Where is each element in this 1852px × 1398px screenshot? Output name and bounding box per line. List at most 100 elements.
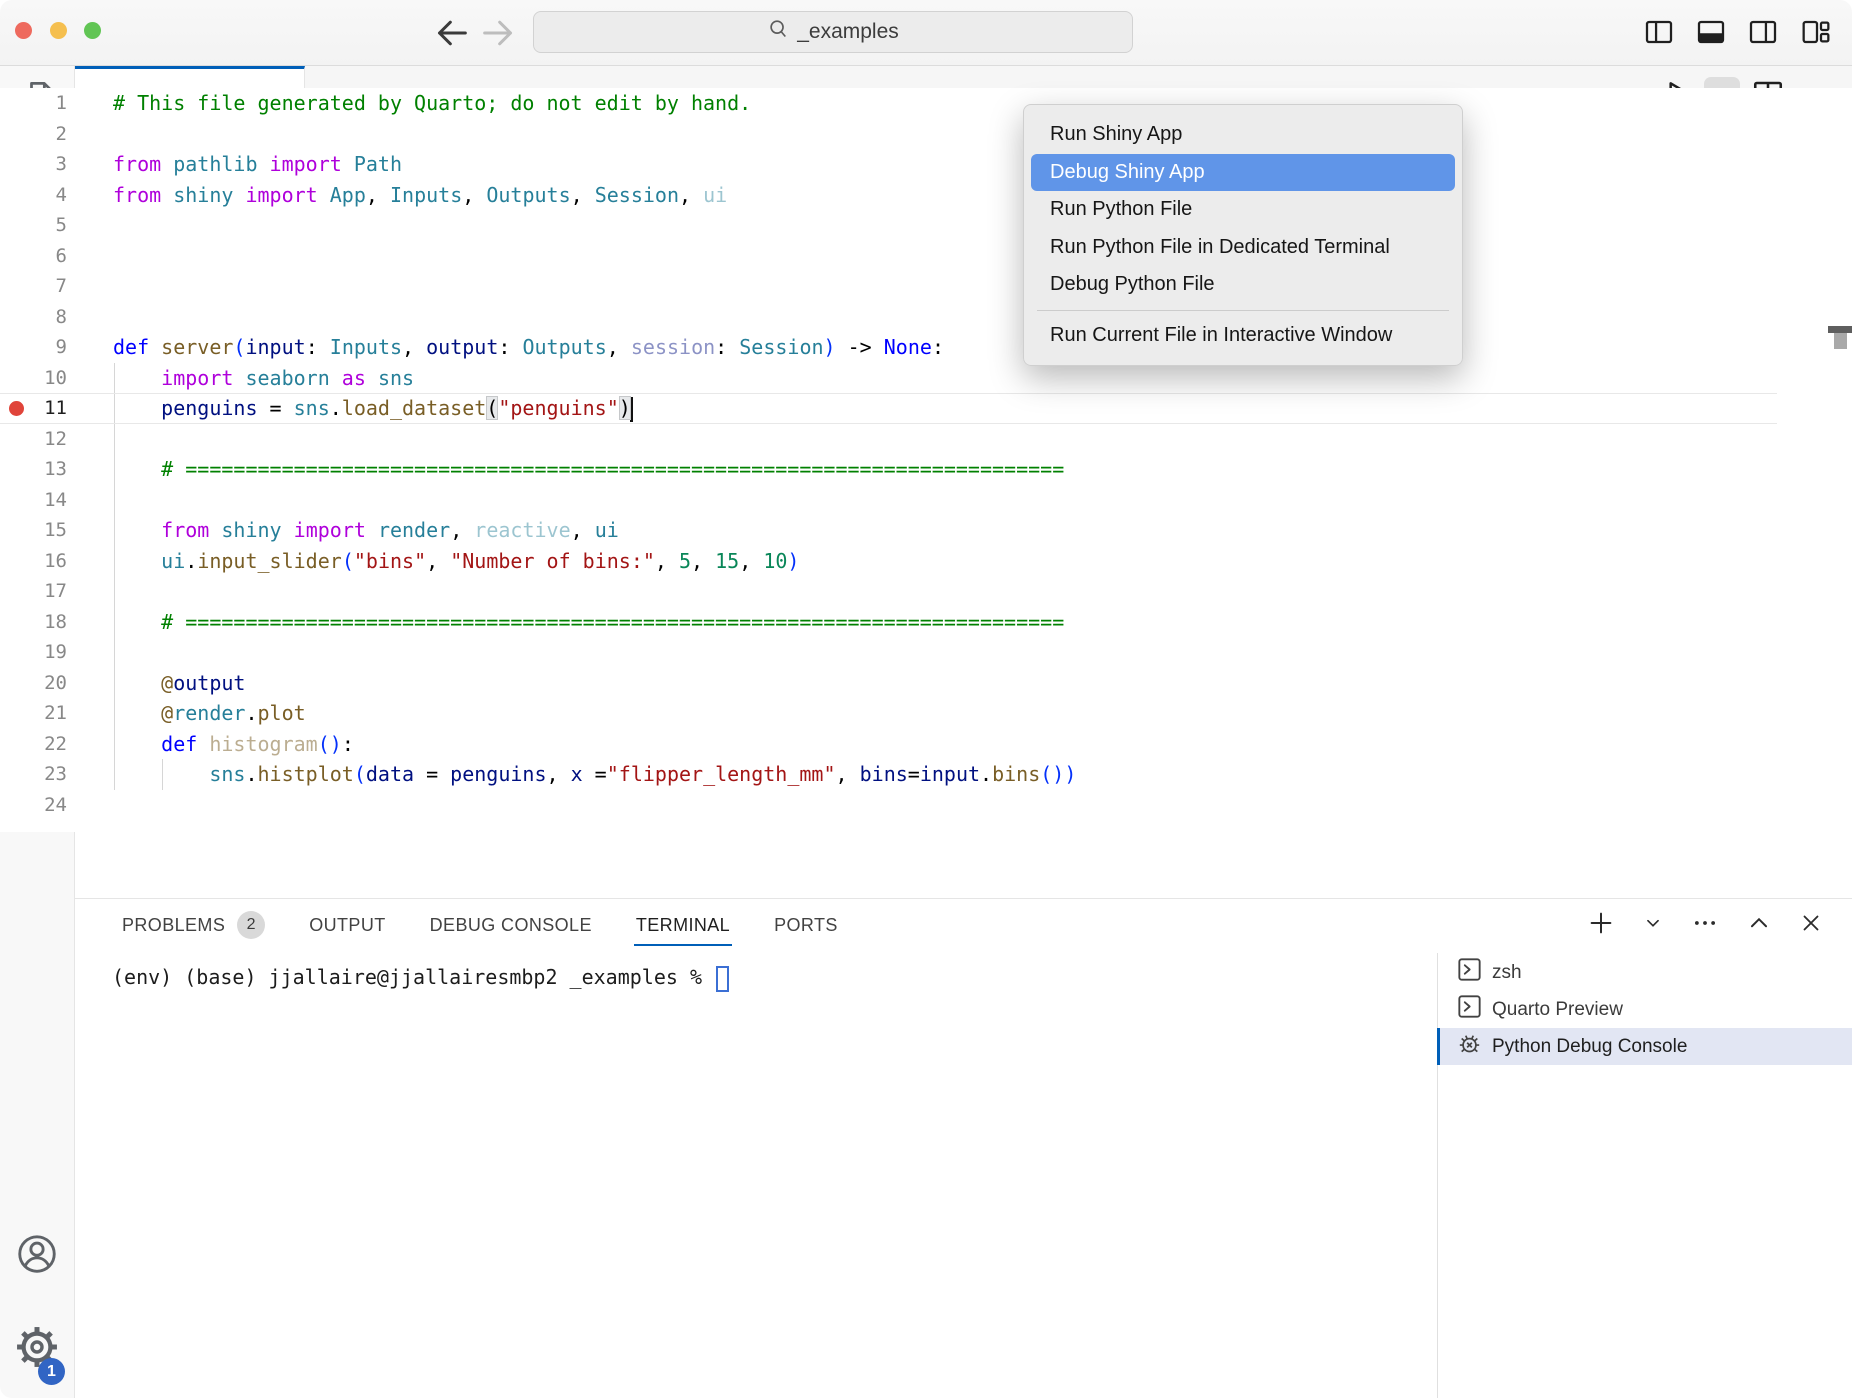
text-cursor — [630, 397, 633, 422]
forward-arrow-icon[interactable] — [478, 13, 518, 53]
code-line-16[interactable]: 16 ui.input_slider("bins", "Number of bi… — [0, 546, 1777, 577]
line-number[interactable]: 2 — [0, 119, 67, 150]
menu-item-debug-python-file[interactable]: Debug Python File — [1024, 266, 1462, 304]
code-line-22[interactable]: 22 def histogram(): — [0, 729, 1777, 760]
back-arrow-icon[interactable] — [432, 13, 472, 53]
line-number[interactable]: 12 — [0, 424, 67, 455]
settings-badge: 1 — [38, 1358, 65, 1385]
panel-tab-debug-console[interactable]: DEBUG CONSOLE — [430, 899, 592, 951]
line-number[interactable]: 22 — [0, 729, 67, 760]
line-number[interactable]: 15 — [0, 515, 67, 546]
close-panel-icon[interactable] — [1798, 910, 1824, 941]
code-line-19[interactable]: 19 — [0, 637, 1777, 668]
line-number[interactable]: 3 — [0, 149, 67, 180]
problems-badge: 2 — [237, 911, 265, 939]
terminal-prompt-icon — [1457, 957, 1482, 988]
command-center-search[interactable]: _examples — [533, 11, 1133, 53]
terminal-list-item-quarto-preview[interactable]: Quarto Preview — [1437, 991, 1852, 1028]
launch-profile-chevron-icon[interactable] — [1642, 912, 1664, 939]
code-line-23[interactable]: 23 sns.histplot(data = penguins, x ="fli… — [0, 759, 1777, 790]
code-line-21[interactable]: 21 @render.plot — [0, 698, 1777, 729]
terminal-list-item-python-debug-console[interactable]: Python Debug Console — [1437, 1028, 1852, 1065]
line-number[interactable]: 10 — [0, 363, 67, 394]
maximize-panel-icon[interactable] — [1746, 910, 1772, 941]
line-number[interactable]: 19 — [0, 637, 67, 668]
terminal-list: zsh Quarto Preview Python Debug Console — [1437, 954, 1852, 1065]
panel-tab-label: TERMINAL — [636, 915, 730, 936]
line-number[interactable]: 20 — [0, 668, 67, 699]
line-number[interactable]: 7 — [0, 271, 67, 302]
code-line-18[interactable]: 18 # ===================================… — [0, 607, 1777, 638]
menu-separator — [1037, 310, 1449, 311]
customize-layout-icon[interactable] — [1796, 12, 1834, 52]
zoom-window-button[interactable] — [84, 22, 101, 39]
code-line-6[interactable]: 6 — [0, 241, 1777, 272]
terminal-list-item-zsh[interactable]: zsh — [1437, 954, 1852, 991]
line-number[interactable]: 14 — [0, 485, 67, 516]
panel-tab-problems[interactable]: PROBLEMS2 — [122, 899, 265, 951]
code-line-20[interactable]: 20 @output — [0, 668, 1777, 699]
code-line-4[interactable]: 4from shiny import App, Inputs, Outputs,… — [0, 180, 1777, 211]
code-line-2[interactable]: 2 — [0, 119, 1777, 150]
line-number[interactable]: 1 — [0, 88, 67, 119]
panel-tab-label: DEBUG CONSOLE — [430, 915, 592, 936]
line-number[interactable]: 8 — [0, 302, 67, 333]
code-line-9[interactable]: 9def server(input: Inputs, output: Outpu… — [0, 332, 1777, 363]
code-line-1[interactable]: 1# This file generated by Quarto; do not… — [0, 88, 1777, 119]
menu-item-debug-shiny-app[interactable]: Debug Shiny App — [1031, 154, 1455, 192]
panel-more-actions-icon[interactable] — [1690, 908, 1720, 943]
run-options-menu: Run Shiny AppDebug Shiny AppRun Python F… — [1023, 104, 1463, 366]
menu-item-run-python-file[interactable]: Run Python File — [1024, 191, 1462, 229]
line-number[interactable]: 17 — [0, 576, 67, 607]
toggle-panel-icon[interactable] — [1692, 12, 1730, 52]
account-button[interactable] — [0, 1221, 74, 1291]
line-number[interactable]: 13 — [0, 454, 67, 485]
line-number[interactable]: 6 — [0, 241, 67, 272]
line-number[interactable]: 24 — [0, 790, 67, 821]
menu-item-run-current-file-in-interactive-window[interactable]: Run Current File in Interactive Window — [1024, 317, 1462, 355]
code-line-13[interactable]: 13 # ===================================… — [0, 454, 1777, 485]
code-line-24[interactable]: 24 — [0, 790, 1777, 821]
toggle-secondary-sidebar-icon[interactable] — [1744, 12, 1782, 52]
code-line-17[interactable]: 17 — [0, 576, 1777, 607]
panel-tab-output[interactable]: OUTPUT — [309, 899, 385, 951]
titlebar: _examples — [0, 0, 1852, 66]
line-number[interactable]: 9 — [0, 332, 67, 363]
menu-item-run-python-file-in-dedicated-terminal[interactable]: Run Python File in Dedicated Terminal — [1024, 229, 1462, 267]
line-number[interactable]: 4 — [0, 180, 67, 211]
new-terminal-icon[interactable] — [1586, 908, 1616, 943]
panel-tab-terminal[interactable]: TERMINAL — [636, 899, 730, 951]
line-number[interactable]: 5 — [0, 210, 67, 241]
menu-item-run-shiny-app[interactable]: Run Shiny App — [1024, 116, 1462, 154]
toggle-primary-sidebar-icon[interactable] — [1640, 12, 1678, 52]
search-icon — [767, 18, 789, 46]
panel-tab-label: PORTS — [774, 915, 838, 936]
settings-button[interactable]: 1 — [0, 1314, 74, 1384]
terminal-output[interactable]: (env) (base) jjallaire@jjallairesmbp2 _e… — [112, 965, 729, 992]
panel-tab-ports[interactable]: PORTS — [774, 899, 838, 951]
line-number[interactable]: 18 — [0, 607, 67, 638]
minimize-window-button[interactable] — [50, 22, 67, 39]
scrollbar-decoration[interactable] — [1828, 326, 1852, 333]
code-line-7[interactable]: 7 — [0, 271, 1777, 302]
code-line-5[interactable]: 5 — [0, 210, 1777, 241]
search-value: _examples — [797, 20, 899, 44]
line-number[interactable]: 23 — [0, 759, 67, 790]
terminal-list-label: Python Debug Console — [1492, 1036, 1687, 1058]
code-line-14[interactable]: 14 — [0, 485, 1777, 516]
vscode-window: _examples — [0, 0, 1852, 1398]
code-line-3[interactable]: 3from pathlib import Path — [0, 149, 1777, 180]
code-line-15[interactable]: 15 from shiny import render, reactive, u… — [0, 515, 1777, 546]
code-line-10[interactable]: 10 import seaborn as sns — [0, 363, 1777, 394]
code-editor[interactable]: 1# This file generated by Quarto; do not… — [0, 88, 1852, 832]
code-line-11[interactable]: 11 penguins = sns.load_dataset("penguins… — [0, 393, 1777, 424]
line-number[interactable]: 16 — [0, 546, 67, 577]
code-line-12[interactable]: 12 — [0, 424, 1777, 455]
scrollbar-decoration[interactable] — [1834, 333, 1847, 349]
terminal-list-label: zsh — [1492, 962, 1522, 984]
line-number[interactable]: 21 — [0, 698, 67, 729]
line-number[interactable]: 11 — [0, 393, 67, 424]
close-window-button[interactable] — [15, 22, 32, 39]
code-line-8[interactable]: 8 — [0, 302, 1777, 333]
terminal-prompt-icon — [1457, 994, 1482, 1025]
